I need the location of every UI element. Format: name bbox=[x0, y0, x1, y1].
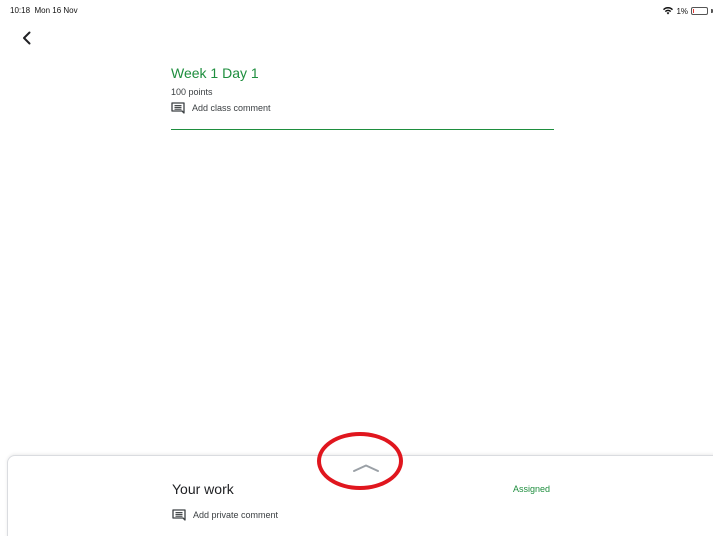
your-work-title: Your work bbox=[172, 481, 234, 497]
chevron-up-icon[interactable] bbox=[351, 462, 381, 474]
status-date: Mon 16 Nov bbox=[34, 6, 78, 15]
class-comment-label: Add class comment bbox=[192, 103, 271, 113]
points-label: 100 points bbox=[171, 87, 213, 97]
battery-percent: 1% bbox=[676, 6, 688, 16]
private-comment-label: Add private comment bbox=[193, 510, 279, 520]
add-class-comment-button[interactable]: Add class comment bbox=[171, 102, 271, 114]
classroom-assignment-screen: 10:18 Mon 16 Nov 1% Week 1 Day 1 100 poi… bbox=[0, 0, 713, 536]
comment-icon bbox=[172, 509, 186, 521]
battery-icon bbox=[691, 7, 708, 15]
chevron-left-icon[interactable] bbox=[18, 29, 36, 47]
wifi-icon bbox=[663, 7, 674, 15]
status-time: 10:18 bbox=[10, 6, 31, 15]
comment-icon bbox=[171, 102, 185, 114]
status-time-date: 10:18 Mon 16 Nov bbox=[10, 6, 78, 15]
add-private-comment-button[interactable]: Add private comment bbox=[172, 509, 278, 521]
status-indicators: 1% bbox=[663, 5, 713, 17]
status-bar: 10:18 Mon 16 Nov 1% bbox=[0, 0, 713, 22]
your-work-sheet[interactable]: Your work Assigned Add private comment bbox=[7, 455, 713, 536]
assignment-header: Week 1 Day 1 100 points Add class commen… bbox=[171, 63, 554, 130]
status-badge: Assigned bbox=[513, 484, 551, 494]
assignment-title: Week 1 Day 1 bbox=[171, 65, 259, 81]
